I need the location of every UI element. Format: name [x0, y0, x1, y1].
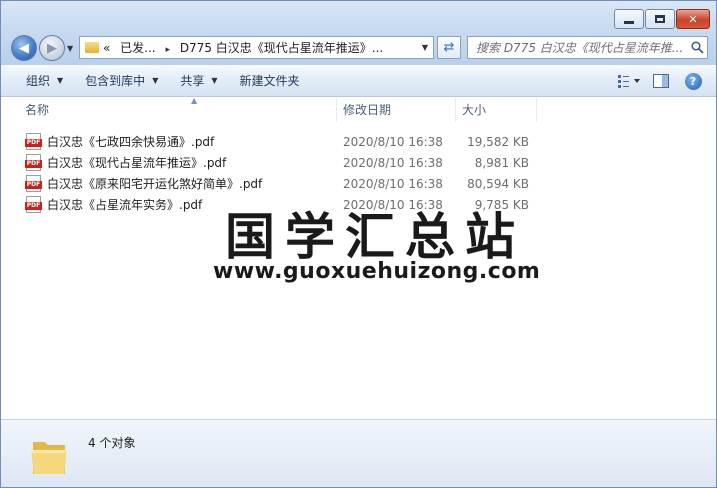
minimize-button[interactable] — [614, 9, 644, 29]
file-size: 80,594 KB — [467, 176, 529, 191]
breadcrumb-overflow[interactable]: « — [103, 41, 110, 55]
maximize-icon — [655, 15, 665, 23]
preview-pane-button[interactable] — [648, 69, 674, 93]
preview-pane-icon — [653, 74, 669, 88]
address-dropdown-button[interactable]: ▼ — [417, 43, 433, 52]
file-row[interactable]: PDF 白汉忠《原来阳宅开运化煞好简单》.pdf 2020/8/10 16:38… — [25, 173, 545, 194]
title-bar: ✕ ◀ ▶ ▼ « 已发... ▸ D775 白汉忠《现代占星流年推运》... … — [1, 1, 716, 65]
command-toolbar: 组织 ▼ 包含到库中 ▼ 共享 ▼ 新建文件夹 ? — [1, 65, 716, 97]
details-pane: 4 个对象 — [1, 419, 716, 487]
pdf-file-icon: PDF — [25, 154, 42, 171]
file-date: 2020/8/10 16:38 — [343, 134, 443, 149]
column-name-label: 名称 — [25, 103, 50, 117]
column-date-modified[interactable]: 修改日期 — [337, 98, 456, 122]
toolbar-right: ? — [616, 69, 706, 93]
search-box[interactable] — [467, 36, 708, 59]
help-icon: ? — [684, 72, 702, 90]
item-count: 4 个对象 — [88, 436, 136, 450]
folder-icon — [31, 442, 67, 474]
share-label: 共享 — [180, 74, 205, 88]
column-size[interactable]: 大小 — [456, 98, 537, 122]
file-name: 白汉忠《现代占星流年推运》.pdf — [47, 156, 227, 170]
close-icon: ✕ — [688, 12, 698, 26]
column-name[interactable]: ▲ 名称 — [19, 96, 337, 122]
include-in-library-menu[interactable]: 包含到库中 ▼ — [74, 69, 169, 93]
file-row[interactable]: PDF 白汉忠《现代占星流年推运》.pdf 2020/8/10 16:38 8,… — [25, 152, 545, 173]
new-folder-button[interactable]: 新建文件夹 — [229, 69, 311, 93]
file-size: 19,582 KB — [467, 134, 529, 149]
folder-icon — [85, 42, 99, 53]
organize-label: 组织 — [26, 74, 51, 88]
new-folder-label: 新建文件夹 — [239, 74, 300, 88]
search-icon[interactable] — [687, 41, 707, 54]
maximize-button[interactable] — [645, 9, 675, 29]
recent-pages-dropdown[interactable]: ▼ — [67, 44, 73, 53]
close-button[interactable]: ✕ — [676, 9, 710, 29]
forward-button[interactable]: ▶ — [39, 35, 65, 61]
file-name: 白汉忠《占星流年实务》.pdf — [47, 198, 203, 212]
help-button[interactable]: ? — [680, 69, 706, 93]
sort-ascending-icon: ▲ — [191, 96, 198, 105]
column-date-label: 修改日期 — [343, 103, 392, 117]
view-list-icon — [618, 75, 640, 88]
address-path: « 已发... ▸ D775 白汉忠《现代占星流年推运》... — [103, 39, 417, 56]
file-name: 白汉忠《原来阳宅开运化煞好简单》.pdf — [47, 177, 263, 191]
search-input[interactable] — [468, 37, 687, 58]
file-date: 2020/8/10 16:38 — [343, 155, 443, 170]
caption-buttons: ✕ — [614, 9, 710, 29]
breadcrumb-segment-published[interactable]: 已发... — [120, 41, 155, 55]
pdf-file-icon: PDF — [25, 133, 42, 150]
file-name: 白汉忠《七政四余快易通》.pdf — [47, 135, 215, 149]
arrow-left-icon: ◀ — [19, 40, 29, 56]
include-in-library-label: 包含到库中 — [85, 74, 146, 88]
file-date: 2020/8/10 16:38 — [343, 176, 443, 191]
pdf-file-icon: PDF — [25, 196, 42, 213]
file-row[interactable]: PDF 白汉忠《七政四余快易通》.pdf 2020/8/10 16:38 19,… — [25, 131, 545, 152]
chevron-down-icon: ▼ — [211, 76, 218, 85]
breadcrumb-segment-current[interactable]: D775 白汉忠《现代占星流年推运》... — [180, 41, 383, 55]
explorer-window: ✕ ◀ ▶ ▼ « 已发... ▸ D775 白汉忠《现代占星流年推运》... … — [0, 0, 717, 488]
back-button[interactable]: ◀ — [11, 35, 37, 61]
column-header: ▲ 名称 修改日期 大小 — [1, 96, 716, 122]
breadcrumb-separator-icon[interactable]: ▸ — [165, 45, 170, 55]
refresh-button[interactable]: ⇄ — [437, 36, 461, 59]
organize-menu[interactable]: 组织 ▼ — [15, 69, 74, 93]
view-options-button[interactable] — [616, 69, 642, 93]
pdf-file-icon: PDF — [25, 175, 42, 192]
watermark-url: www.guoxuehuizong.com — [213, 259, 541, 284]
arrow-right-icon: ▶ — [47, 40, 57, 56]
chevron-down-icon: ▼ — [152, 76, 159, 85]
chevron-down-icon: ▼ — [57, 76, 64, 85]
file-size: 8,981 KB — [474, 155, 529, 170]
share-menu[interactable]: 共享 ▼ — [169, 69, 228, 93]
refresh-icon: ⇄ — [443, 40, 455, 55]
minimize-icon — [624, 20, 634, 24]
column-size-label: 大小 — [462, 103, 487, 117]
address-bar[interactable]: « 已发... ▸ D775 白汉忠《现代占星流年推运》... ▼ — [79, 36, 434, 59]
